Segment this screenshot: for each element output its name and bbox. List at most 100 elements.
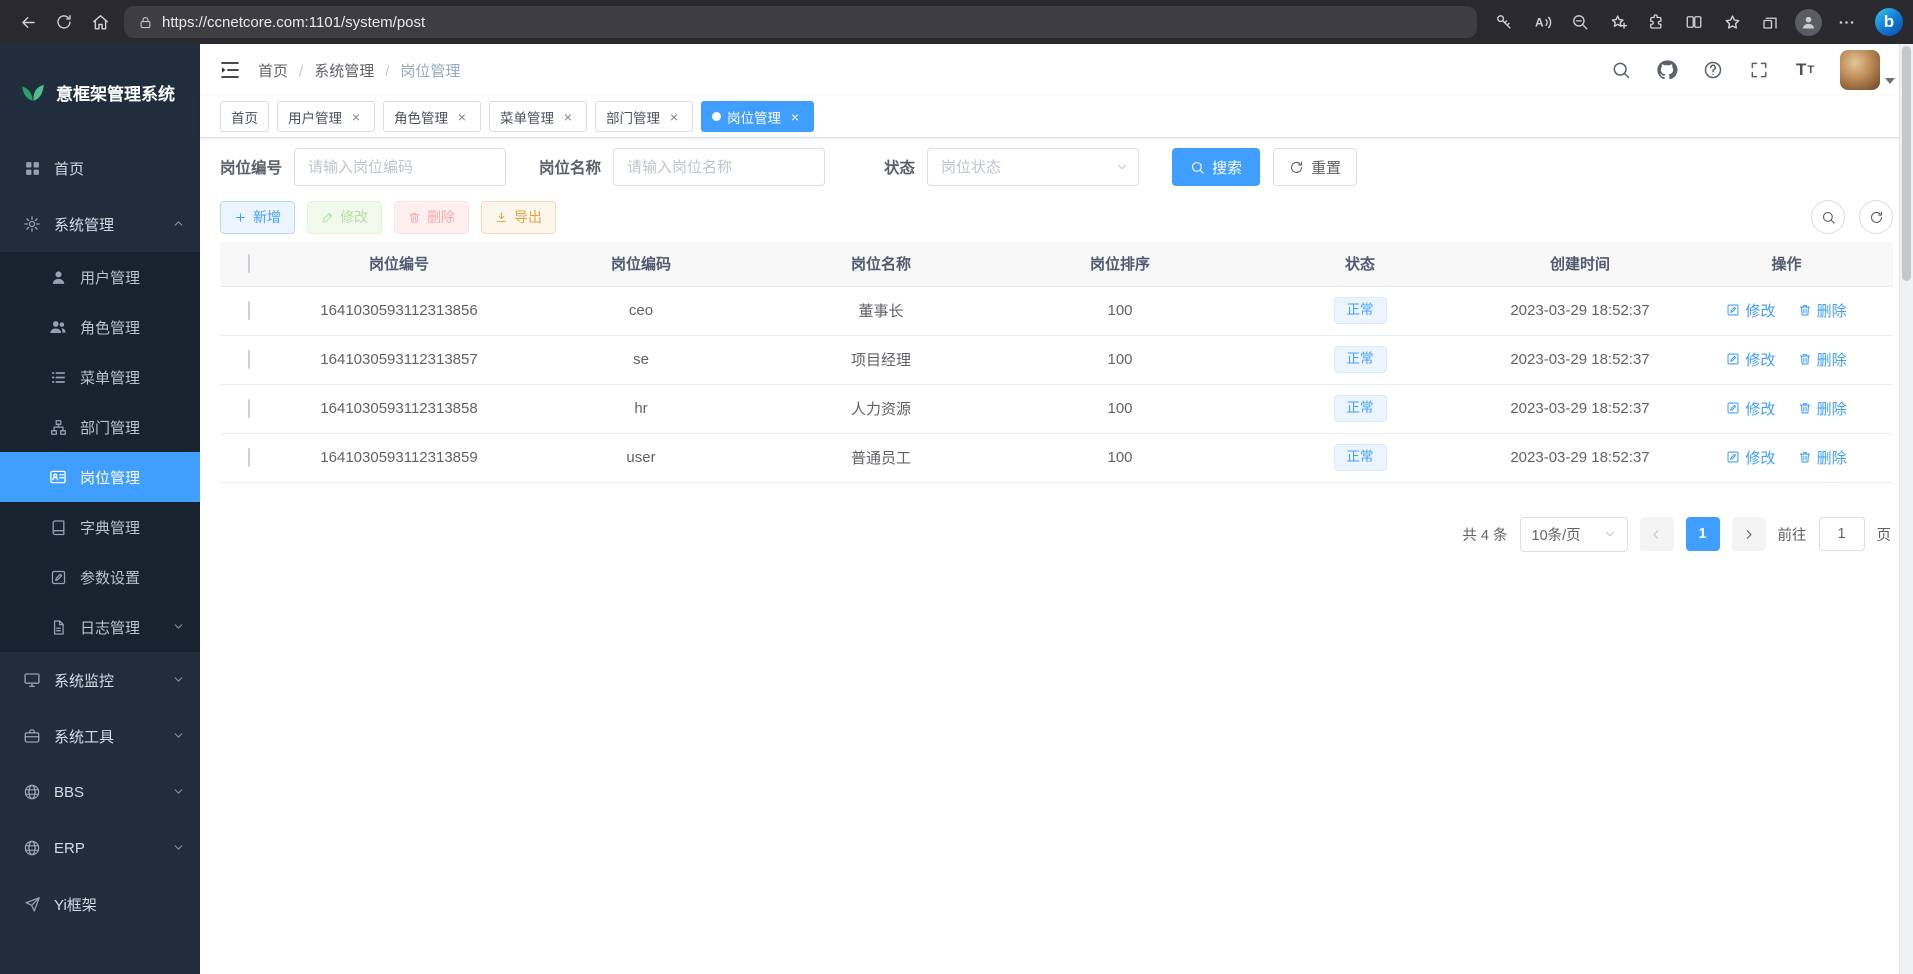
- table-row[interactable]: 1641030593112313858 hr 人力资源 100 正常 2023-…: [220, 384, 1893, 433]
- row-delete-link[interactable]: 删除: [1798, 349, 1847, 370]
- tab-post-mgmt[interactable]: 岗位管理: [701, 101, 814, 132]
- table-row[interactable]: 1641030593112313857 se 项目经理 100 正常 2023-…: [220, 335, 1893, 384]
- browser-profile-icon[interactable]: [1791, 5, 1825, 39]
- tab-home[interactable]: 首页: [220, 101, 269, 132]
- fullscreen-icon[interactable]: [1748, 59, 1770, 81]
- chevron-down-icon: [172, 785, 186, 799]
- tab-dept-mgmt[interactable]: 部门管理: [595, 101, 693, 132]
- add-button[interactable]: 新增: [220, 201, 295, 234]
- home-icon[interactable]: [82, 5, 118, 39]
- password-key-icon[interactable]: [1487, 5, 1521, 39]
- breadcrumb-item[interactable]: 系统管理: [288, 60, 374, 81]
- cell-post-code: hr: [520, 384, 762, 433]
- sidebar-item-home[interactable]: 首页: [0, 140, 200, 196]
- sidebar-item-user-mgmt[interactable]: 用户管理: [0, 252, 200, 302]
- goto-page-input[interactable]: [1819, 517, 1865, 551]
- sidebar-item-bbs[interactable]: BBS: [0, 764, 200, 820]
- sidebar-item-dict-mgmt[interactable]: 字典管理: [0, 502, 200, 552]
- post-code-input[interactable]: [294, 148, 506, 186]
- status-badge: 正常: [1334, 444, 1387, 471]
- cell-created-time: 2023-03-29 18:52:37: [1480, 433, 1680, 482]
- sidebar-item-role-mgmt[interactable]: 角色管理: [0, 302, 200, 352]
- chevron-down-icon: [172, 673, 186, 687]
- cell-post-name: 普通员工: [762, 433, 1000, 482]
- tab-menu-mgmt[interactable]: 菜单管理: [489, 101, 587, 132]
- table-row[interactable]: 1641030593112313856 ceo 董事长 100 正常 2023-…: [220, 286, 1893, 335]
- row-edit-link[interactable]: 修改: [1726, 349, 1775, 370]
- back-icon[interactable]: [10, 5, 46, 39]
- row-checkbox[interactable]: [248, 448, 250, 467]
- menu-fold-icon[interactable]: [218, 58, 242, 82]
- cell-post-sort: 100: [1000, 335, 1240, 384]
- bing-discover-icon[interactable]: [1875, 8, 1903, 36]
- sidebar-item-post-mgmt[interactable]: 岗位管理: [0, 452, 200, 502]
- row-delete-link[interactable]: 删除: [1798, 300, 1847, 321]
- sidebar-item-monitor[interactable]: 系统监控: [0, 652, 200, 708]
- reset-button[interactable]: 重置: [1273, 148, 1357, 186]
- prev-page-button[interactable]: [1640, 517, 1674, 551]
- split-screen-icon[interactable]: [1677, 5, 1711, 39]
- row-edit-link[interactable]: 修改: [1726, 300, 1775, 321]
- tab-role-mgmt[interactable]: 角色管理: [383, 101, 481, 132]
- address-bar[interactable]: https://ccnetcore.com:1101/system/post: [124, 6, 1477, 38]
- collections-icon[interactable]: [1753, 5, 1787, 39]
- scrollbar-thumb[interactable]: [1902, 46, 1911, 281]
- main: 首页 系统管理 岗位管理: [200, 44, 1913, 974]
- close-icon[interactable]: [787, 109, 803, 125]
- sidebar-item-yiframe[interactable]: Yi框架: [0, 876, 200, 932]
- lock-icon: [138, 15, 153, 30]
- gear-icon: [22, 214, 42, 234]
- close-icon[interactable]: [454, 109, 470, 125]
- zoom-out-icon[interactable]: [1563, 5, 1597, 39]
- browser-scrollbar[interactable]: [1899, 44, 1913, 974]
- row-edit-link[interactable]: 修改: [1726, 398, 1775, 419]
- github-icon[interactable]: [1656, 59, 1678, 81]
- next-page-button[interactable]: [1732, 517, 1766, 551]
- sidebar-item-log-mgmt[interactable]: 日志管理: [0, 602, 200, 652]
- log-file-icon: [48, 617, 68, 637]
- close-icon[interactable]: [560, 109, 576, 125]
- sidebar-item-erp[interactable]: ERP: [0, 820, 200, 876]
- add-favorite-icon[interactable]: [1601, 5, 1635, 39]
- table-toolbar: 新增 修改 删除 导出: [220, 200, 1893, 234]
- screen: https://ccnetcore.com:1101/system/post 意…: [0, 0, 1913, 974]
- user-menu[interactable]: [1840, 50, 1895, 90]
- toggle-search-button[interactable]: [1811, 200, 1845, 234]
- user-avatar[interactable]: [1840, 50, 1880, 90]
- extensions-icon[interactable]: [1639, 5, 1673, 39]
- help-icon[interactable]: [1702, 59, 1724, 81]
- search-button[interactable]: 搜索: [1172, 148, 1260, 186]
- sidebar-item-param-settings[interactable]: 参数设置: [0, 552, 200, 602]
- breadcrumb-item[interactable]: 首页: [258, 60, 288, 81]
- page-size-select[interactable]: 10条/页: [1520, 517, 1628, 552]
- refresh-table-button[interactable]: [1859, 200, 1893, 234]
- status-select[interactable]: [927, 148, 1139, 186]
- tab-user-mgmt[interactable]: 用户管理: [277, 101, 375, 132]
- refresh-icon[interactable]: [46, 5, 82, 39]
- table-row[interactable]: 1641030593112313859 user 普通员工 100 正常 202…: [220, 433, 1893, 482]
- close-icon[interactable]: [666, 109, 682, 125]
- row-checkbox[interactable]: [248, 399, 250, 418]
- row-edit-link[interactable]: 修改: [1726, 447, 1775, 468]
- row-delete-link[interactable]: 删除: [1798, 398, 1847, 419]
- close-icon[interactable]: [348, 109, 364, 125]
- export-button[interactable]: 导出: [481, 201, 556, 234]
- status-select-input[interactable]: [927, 148, 1139, 186]
- read-aloud-icon[interactable]: [1525, 5, 1559, 39]
- sidebar-item-tools[interactable]: 系统工具: [0, 708, 200, 764]
- post-name-input[interactable]: [613, 148, 825, 186]
- sidebar-item-system[interactable]: 系统管理: [0, 196, 200, 252]
- sidebar-item-dept-mgmt[interactable]: 部门管理: [0, 402, 200, 452]
- sidebar-item-menu-mgmt[interactable]: 菜单管理: [0, 352, 200, 402]
- row-checkbox[interactable]: [248, 301, 250, 320]
- favorites-icon[interactable]: [1715, 5, 1749, 39]
- chevron-down-icon: [1115, 160, 1129, 174]
- font-size-icon[interactable]: [1794, 59, 1816, 81]
- browser-menu-icon[interactable]: [1829, 5, 1863, 39]
- row-checkbox[interactable]: [248, 350, 250, 369]
- page-number-button[interactable]: 1: [1686, 517, 1720, 551]
- select-all-checkbox[interactable]: [248, 254, 250, 273]
- row-delete-link[interactable]: 删除: [1798, 447, 1847, 468]
- url-text[interactable]: https://ccnetcore.com:1101/system/post: [162, 14, 1463, 31]
- search-icon[interactable]: [1610, 59, 1632, 81]
